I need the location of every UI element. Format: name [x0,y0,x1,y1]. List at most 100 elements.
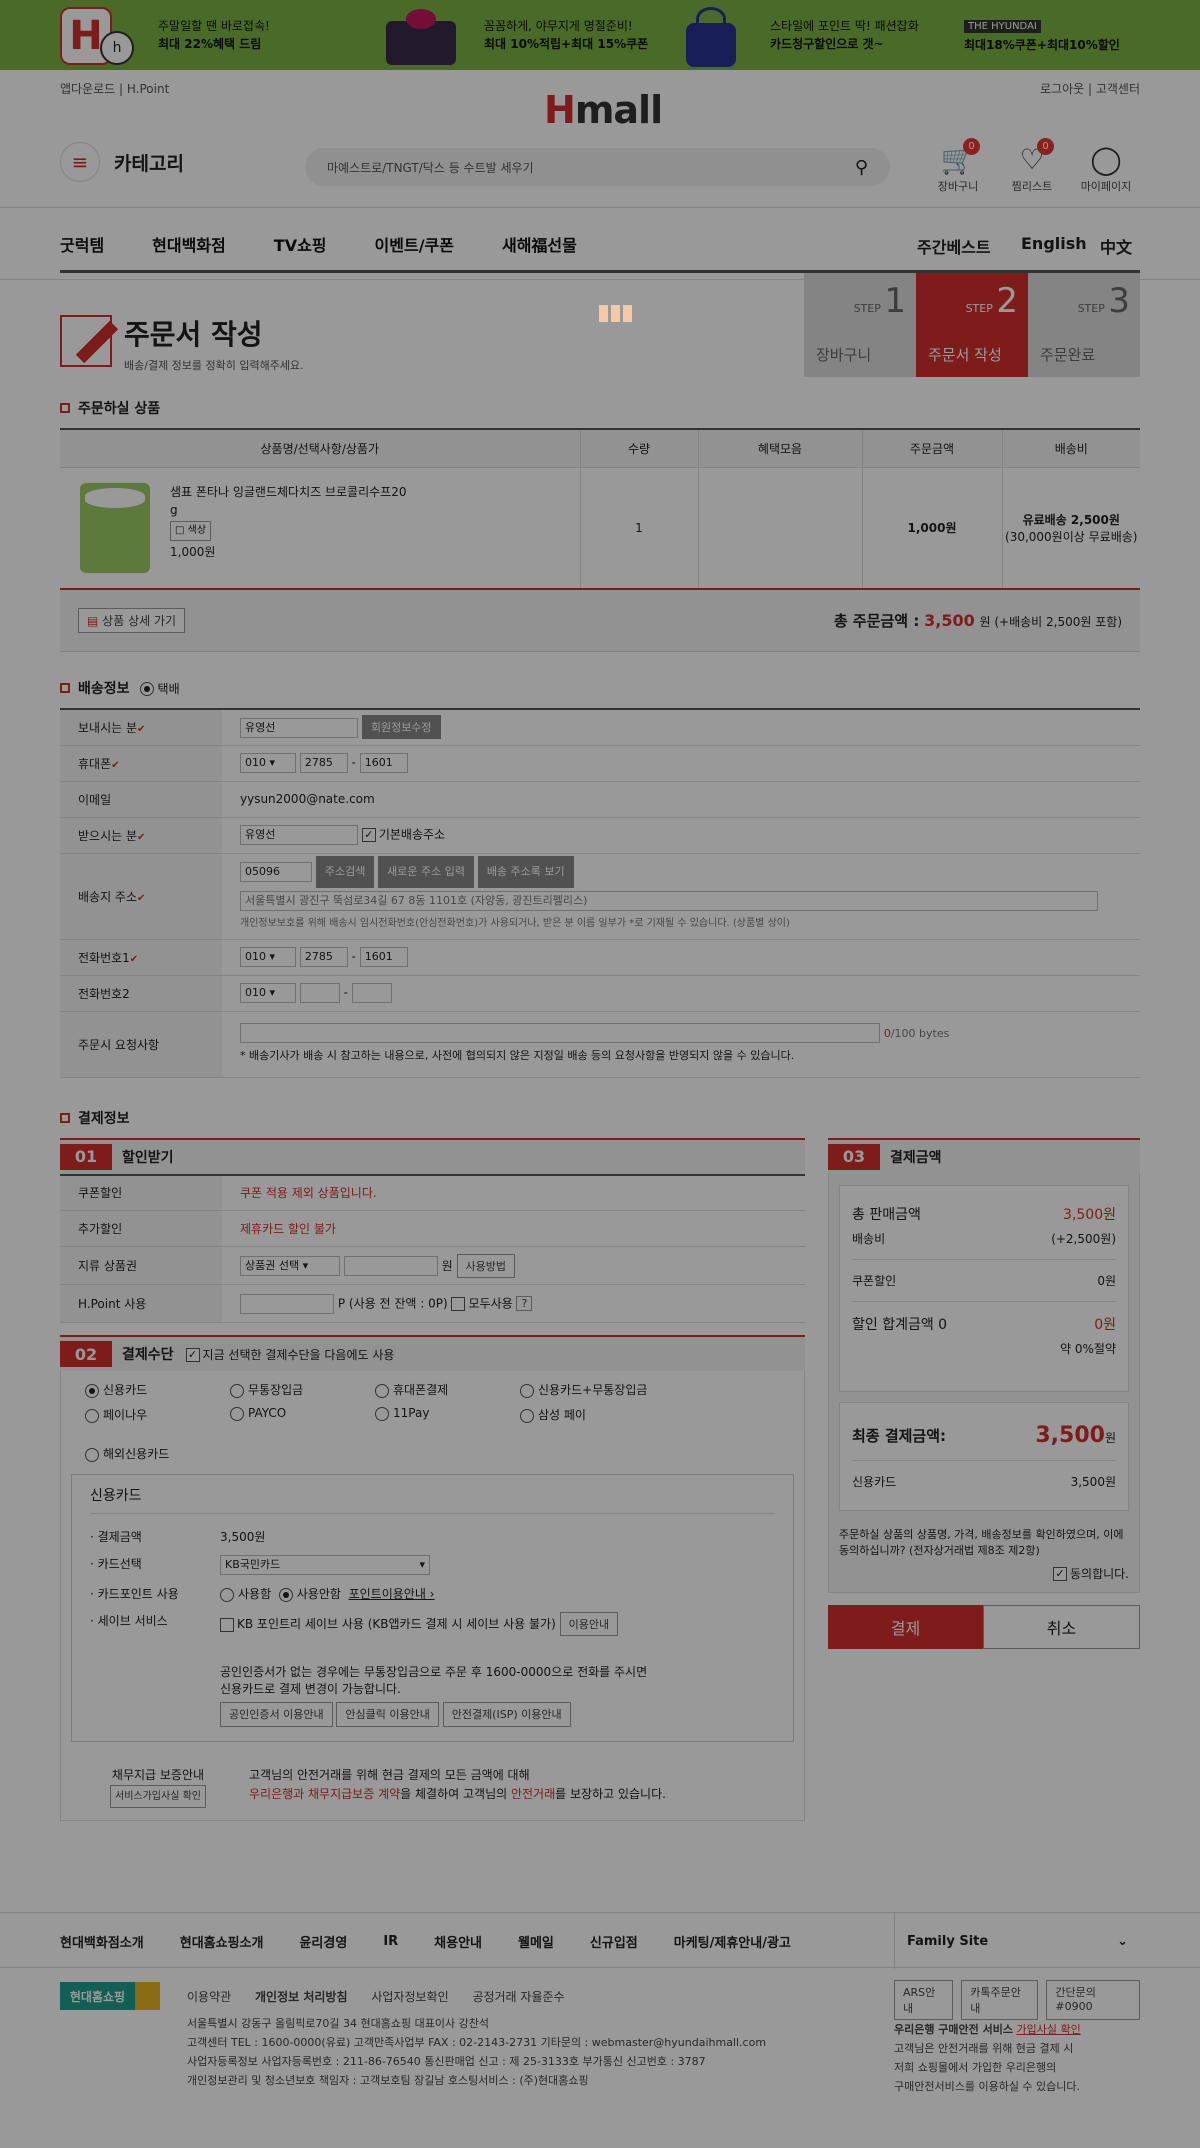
mobile-mid-input[interactable]: 2785 [299,753,348,773]
product-name[interactable]: 샘표 폰타나 잉글랜드체다치즈 브로콜리수프20 [170,483,406,501]
courier-radio[interactable] [139,682,154,696]
point-guide-link[interactable]: 포인트이용안내 › [349,1587,435,1601]
option-tag: □ 색상 [170,520,212,541]
sender-input[interactable]: 유영선 [240,717,358,738]
card-select[interactable]: KB국민카드 ▾ [220,1555,430,1575]
footer-sublink[interactable]: 공정거래 자율준수 [472,1990,564,2004]
address-search-button[interactable]: 주소검색 [315,856,375,888]
save-method-checkbox[interactable]: ✓ [185,1348,200,1362]
footer-sublink[interactable]: 이용약관 [187,1990,231,2004]
nav-chinese[interactable]: 中文 [1100,234,1132,258]
nav-english[interactable]: English [1021,234,1087,253]
request-input[interactable] [240,1023,880,1043]
product-image[interactable] [80,482,150,573]
method-card-bank[interactable]: 신용카드+무통장입금 [520,1381,720,1398]
tel2-mid-input[interactable] [299,983,340,1003]
hpoint-input[interactable] [240,1293,334,1314]
nav-item[interactable]: TV쇼핑 [274,232,327,256]
cancel-button[interactable]: 취소 [983,1604,1140,1649]
tel1-prefix-select[interactable]: 010 ▾ [240,947,296,967]
quick-inquiry-button[interactable]: 간단문의#0900 [1046,1980,1140,2020]
method-samsung-pay[interactable]: 삼성 페이 [520,1406,720,1423]
category-button[interactable]: ≡ 카테고리 [60,142,184,182]
top-right-links[interactable]: 로그아웃 | 고객센터 [1040,80,1140,97]
nav-item[interactable]: 굿럭템 [60,232,104,256]
field-label: H.Point 사용 [60,1284,222,1323]
unit: P [337,1296,346,1310]
bank-check-link[interactable]: 가입사실 확인 [1016,2023,1080,2036]
nav-item[interactable]: 현대백화점 [152,232,226,256]
option-label: PAYCO [248,1406,287,1420]
gift-amount-input[interactable] [343,1256,438,1276]
use-all-checkbox[interactable] [451,1296,466,1311]
method-bank[interactable]: 무통장입금 [230,1381,375,1398]
footer-link[interactable]: 웰메일 [518,1932,554,1951]
method-11pay[interactable]: 11Pay [375,1406,520,1423]
footer-link[interactable]: 현대백화점소개 [60,1932,144,1951]
footer-sublink[interactable]: 사업자정보확인 [371,1990,448,2004]
pay-button[interactable]: 결제 [828,1604,983,1649]
top-banner[interactable]: H h 주말일할 땐 바로접속! 최대 22%혜택 드림 꼼꼼하게, 야무지게 명… [0,0,1200,70]
agree-checkbox[interactable]: ✓ [1052,1567,1067,1581]
method-payco[interactable]: PAYCO [230,1406,375,1423]
tel1-mid-input[interactable]: 2785 [299,947,348,967]
banner-item-4[interactable]: THE HYUNDAI 최대18%쿠폰+최대10%할인 [964,0,1120,70]
mobile-last-input[interactable]: 1601 [359,753,408,773]
footer-link[interactable]: 윤리경영 [299,1932,347,1951]
cart-button[interactable]: 🛒 0 장바구니 [928,138,988,194]
top-left-links[interactable]: 앱다운로드 | H.Point [60,80,169,97]
option-label: 신용카드+무통장입금 [538,1383,648,1397]
escrow-check-button[interactable]: 서비스가입사실 확인 [110,1785,206,1808]
cert-guide-button[interactable]: 공인인증서 이용안내 [220,1702,333,1727]
nav-weekly-best[interactable]: 주간베스트 [917,234,991,258]
safeclick-guide-button[interactable]: 안심클릭 이용안내 [336,1702,439,1727]
tel2-last-input[interactable] [351,983,392,1003]
zip-input[interactable]: 05096 [240,861,312,882]
nav-item[interactable]: 이벤트/쿠폰 [375,232,454,256]
gift-howto-button[interactable]: 사용방법 [456,1253,516,1278]
footer-sublink[interactable]: 개인정보 처리방침 [255,1990,348,2004]
tel2-prefix-select[interactable]: 010 ▾ [240,983,296,1003]
mypage-button[interactable]: ◯ 마이페이지 [1076,142,1136,194]
banner-item-3[interactable]: 스타일에 포인트 딱! 패션잡화 카드청구할인으로 갯~ [680,0,919,70]
total-label: 총 주문금액 : [833,612,920,630]
method-paynow[interactable]: 페이나우 [85,1406,230,1423]
footer-link[interactable]: 채용안내 [434,1932,482,1951]
isp-guide-button[interactable]: 안전결제(ISP) 이용안내 [442,1702,571,1727]
family-site-select[interactable]: Family Site ⌄ [894,1913,1140,1969]
footer-link[interactable]: 마케팅/제휴안내/광고 [674,1932,791,1951]
nav-item[interactable]: 새해福선물 [502,232,577,256]
point-nouse-radio[interactable] [278,1587,293,1602]
mobile-prefix-select[interactable]: 010 ▾ [240,753,296,773]
save-guide-button[interactable]: 이용안내 [559,1612,619,1636]
method-credit-card[interactable]: 신용카드 [85,1381,230,1398]
ars-button[interactable]: ARS안내 [894,1980,954,2020]
footer-link[interactable]: 현대홈쇼핑소개 [180,1932,264,1951]
method-phone[interactable]: 휴대폰결제 [375,1381,520,1398]
wishlist-button[interactable]: ♡ 0 찜리스트 [1002,138,1062,194]
point-use-radio[interactable] [220,1587,234,1602]
search-icon[interactable]: ⚲ [855,157,868,178]
gift-select[interactable]: 상품권 선택 ▾ [240,1256,340,1276]
footer-link[interactable]: 신규입점 [590,1932,638,1951]
search-input[interactable]: 마예스트로/TNGT/닥스 등 수트발 세우기 ⚲ [305,148,890,186]
tel1-last-input[interactable]: 1601 [359,947,408,967]
bank-text: 저희 쇼핑몰에서 가입한 우리은행의 [894,2061,1057,2074]
receiver-input[interactable]: 유영선 [240,825,358,845]
new-address-button[interactable]: 새로운 주소 입력 [378,856,474,888]
banner-item-2[interactable]: 꼼꼼하게, 야무지게 명절준비! 최대 10%적립+최대 15%쿠폰 [380,0,648,70]
unit: 원 [441,1258,453,1273]
kakao-order-button[interactable]: 카톡주문안내 [961,1980,1039,2020]
address-input[interactable]: 서울특별시 광진구 뚝섬로34길 67 8동 1101호 (자양동, 광진트리펠… [240,890,1098,911]
default-address-checkbox[interactable]: ✓ [361,828,376,842]
footer-link[interactable]: IR [383,1934,398,1949]
hmall-logo[interactable]: Hmall [544,88,663,132]
address-book-button[interactable]: 배송 주소록 보기 [477,856,574,888]
card-note: 신용카드로 결제 변경이 가능합니다. [220,1682,401,1696]
method-overseas[interactable]: 해외신용카드 [85,1445,780,1462]
edit-member-button[interactable]: 회원정보수정 [361,715,441,740]
product-detail-button[interactable]: ▤ 상품 상세 가기 [78,608,186,633]
save-service-checkbox[interactable] [220,1617,234,1632]
hpoint-help-button[interactable]: ? [516,1296,533,1311]
banner-item-1[interactable]: H h 주말일할 땐 바로접속! 최대 22%혜택 드림 [60,0,270,70]
